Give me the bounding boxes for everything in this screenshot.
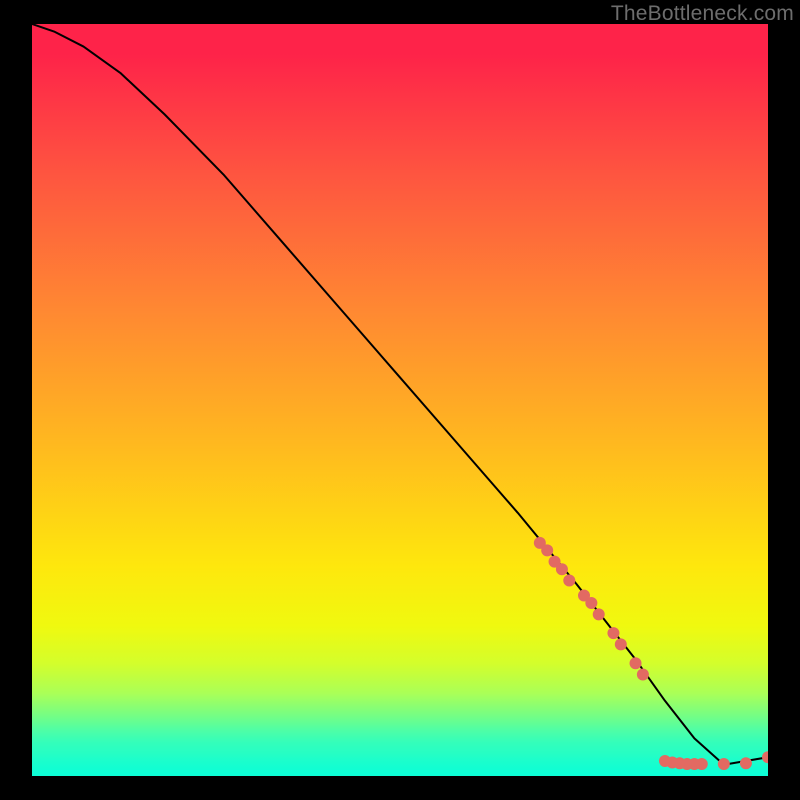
highlight-points-layer [534,537,768,770]
highlight-point [637,668,649,680]
curve-layer [32,24,768,765]
highlight-point [762,751,768,763]
highlight-point [593,608,605,620]
highlight-point [585,597,597,609]
highlight-point [630,657,642,669]
highlight-point [607,627,619,639]
plot-area [32,24,768,776]
highlight-point [696,758,708,770]
highlight-point [615,638,627,650]
highlight-point [718,758,730,770]
highlight-point [556,563,568,575]
watermark-text: TheBottleneck.com [611,2,794,26]
highlight-point [740,757,752,769]
chart-overlay-svg [32,24,768,776]
bottleneck-curve [32,24,768,765]
chart-stage: TheBottleneck.com [0,0,800,800]
highlight-point [541,544,553,556]
highlight-point [563,574,575,586]
